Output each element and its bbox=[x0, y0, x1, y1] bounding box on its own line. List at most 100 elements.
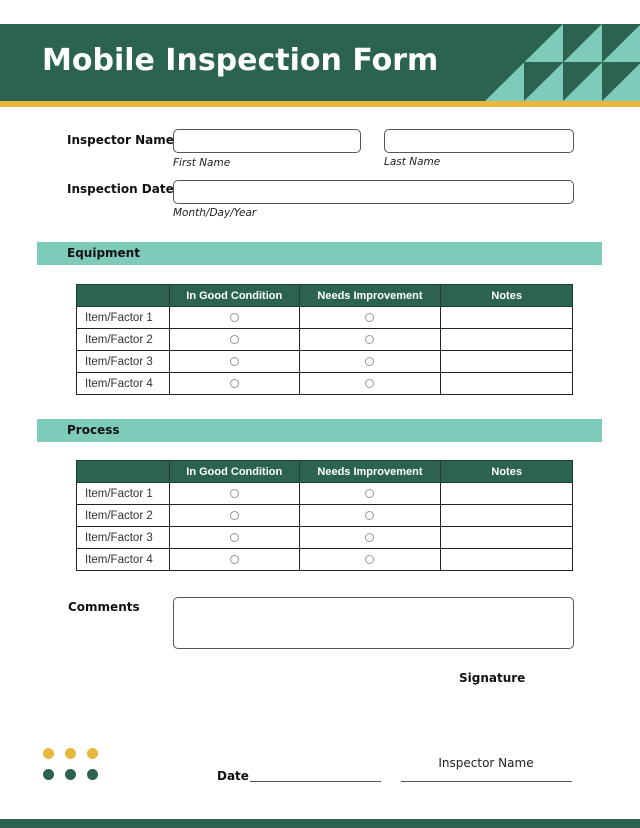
notes-cell[interactable] bbox=[440, 328, 573, 351]
decorative-dot bbox=[87, 769, 98, 780]
inspector-name-label: Inspector Name bbox=[67, 133, 174, 147]
column-header-good: In Good Condition bbox=[168, 460, 300, 483]
row-item-label: Item/Factor 2 bbox=[76, 328, 170, 351]
pattern-triangle bbox=[602, 63, 640, 101]
needs-improvement-radio[interactable] bbox=[365, 510, 375, 520]
column-header-item bbox=[76, 284, 170, 307]
needs-improvement-radio[interactable] bbox=[365, 356, 375, 366]
footer-bar bbox=[0, 819, 640, 828]
good-condition-radio[interactable] bbox=[229, 312, 239, 322]
needs-improvement-cell bbox=[298, 504, 442, 527]
section-title: Equipment bbox=[67, 246, 140, 260]
notes-cell[interactable] bbox=[440, 306, 573, 329]
signature-heading: Signature bbox=[459, 671, 526, 685]
decorative-dot bbox=[65, 748, 76, 759]
needs-improvement-cell bbox=[298, 306, 442, 329]
row-item-label: Item/Factor 4 bbox=[76, 372, 170, 395]
section-banner-equipment: Equipment bbox=[37, 242, 602, 265]
needs-improvement-cell bbox=[298, 372, 442, 395]
row-item-label: Item/Factor 2 bbox=[76, 504, 170, 527]
good-cell bbox=[168, 306, 300, 329]
decorative-dot bbox=[43, 769, 54, 780]
column-header-needs-improvement: Needs Improvement bbox=[298, 284, 442, 307]
good-condition-radio[interactable] bbox=[229, 356, 239, 366]
pattern-triangle bbox=[563, 62, 602, 101]
date-label: Date bbox=[217, 769, 249, 783]
table-row: Item/Factor 3 bbox=[76, 350, 573, 373]
table-row: Item/Factor 3 bbox=[76, 526, 573, 549]
needs-improvement-radio[interactable] bbox=[365, 554, 375, 564]
page-title: Mobile Inspection Form bbox=[42, 43, 439, 78]
table-row: Item/Factor 1 bbox=[76, 306, 573, 329]
section-banner-process: Process bbox=[37, 419, 602, 442]
pattern-triangle bbox=[563, 24, 602, 63]
column-header-notes: Notes bbox=[440, 460, 573, 483]
pattern-triangle bbox=[485, 62, 524, 101]
needs-improvement-cell bbox=[298, 548, 442, 571]
notes-cell[interactable] bbox=[440, 350, 573, 373]
comments-textarea[interactable] bbox=[174, 598, 573, 648]
last-name-field[interactable] bbox=[384, 129, 574, 153]
good-condition-radio[interactable] bbox=[229, 532, 239, 542]
inspector-signature-line[interactable] bbox=[401, 781, 572, 782]
good-condition-radio[interactable] bbox=[229, 334, 239, 344]
decorative-dot bbox=[43, 748, 54, 759]
inspection-date-input[interactable] bbox=[174, 181, 573, 204]
inspection-date-hint: Month/Day/Year bbox=[173, 207, 257, 219]
date-signature-line[interactable] bbox=[250, 781, 381, 782]
table-row: Item/Factor 2 bbox=[76, 328, 573, 351]
row-item-label: Item/Factor 4 bbox=[76, 548, 170, 571]
good-condition-radio[interactable] bbox=[229, 378, 239, 388]
needs-improvement-radio[interactable] bbox=[365, 532, 375, 542]
good-condition-radio[interactable] bbox=[229, 510, 239, 520]
good-cell bbox=[168, 350, 300, 373]
pattern-triangle bbox=[524, 62, 563, 101]
needs-improvement-cell bbox=[298, 328, 442, 351]
equipment-table: In Good Condition Needs Improvement Note… bbox=[76, 284, 573, 395]
notes-cell[interactable] bbox=[440, 526, 573, 549]
needs-improvement-radio[interactable] bbox=[365, 334, 375, 344]
needs-improvement-radio[interactable] bbox=[365, 312, 375, 322]
comments-label: Comments bbox=[68, 600, 140, 614]
column-header-needs-improvement: Needs Improvement bbox=[298, 460, 442, 483]
good-cell bbox=[168, 328, 300, 351]
column-header-item bbox=[76, 460, 170, 483]
needs-improvement-cell bbox=[298, 350, 442, 373]
notes-cell[interactable] bbox=[440, 548, 573, 571]
pattern-triangle bbox=[602, 24, 640, 63]
last-name-input[interactable] bbox=[385, 130, 573, 153]
good-cell bbox=[168, 372, 300, 395]
notes-cell[interactable] bbox=[440, 372, 573, 395]
table-row: Item/Factor 2 bbox=[76, 504, 573, 527]
needs-improvement-cell bbox=[298, 482, 442, 505]
first-name-field[interactable] bbox=[173, 129, 361, 153]
good-cell bbox=[168, 482, 300, 505]
pattern-triangle bbox=[524, 24, 563, 63]
inspector-name-caption: Inspector Name bbox=[438, 756, 534, 770]
table-header-row: In Good Condition Needs Improvement Note… bbox=[76, 460, 573, 483]
decorative-dot bbox=[87, 748, 98, 759]
last-name-hint: Last Name bbox=[384, 156, 441, 168]
section-title: Process bbox=[67, 423, 120, 437]
table-header-row: In Good Condition Needs Improvement Note… bbox=[76, 284, 573, 307]
process-table: In Good Condition Needs Improvement Note… bbox=[76, 460, 573, 571]
header-gold-stripe bbox=[0, 101, 640, 107]
comments-field[interactable] bbox=[173, 597, 574, 649]
first-name-input[interactable] bbox=[174, 130, 360, 153]
good-condition-radio[interactable] bbox=[229, 488, 239, 498]
needs-improvement-cell bbox=[298, 526, 442, 549]
column-header-good: In Good Condition bbox=[168, 284, 300, 307]
good-cell bbox=[168, 548, 300, 571]
good-condition-radio[interactable] bbox=[229, 554, 239, 564]
notes-cell[interactable] bbox=[440, 504, 573, 527]
notes-cell[interactable] bbox=[440, 482, 573, 505]
row-item-label: Item/Factor 3 bbox=[76, 350, 170, 373]
triangle-pattern-decoration bbox=[485, 24, 640, 101]
row-item-label: Item/Factor 1 bbox=[76, 306, 170, 329]
inspection-date-label: Inspection Date bbox=[67, 182, 174, 196]
needs-improvement-radio[interactable] bbox=[365, 378, 375, 388]
inspection-date-field[interactable] bbox=[173, 180, 574, 204]
needs-improvement-radio[interactable] bbox=[365, 488, 375, 498]
column-header-notes: Notes bbox=[440, 284, 573, 307]
table-row: Item/Factor 1 bbox=[76, 482, 573, 505]
